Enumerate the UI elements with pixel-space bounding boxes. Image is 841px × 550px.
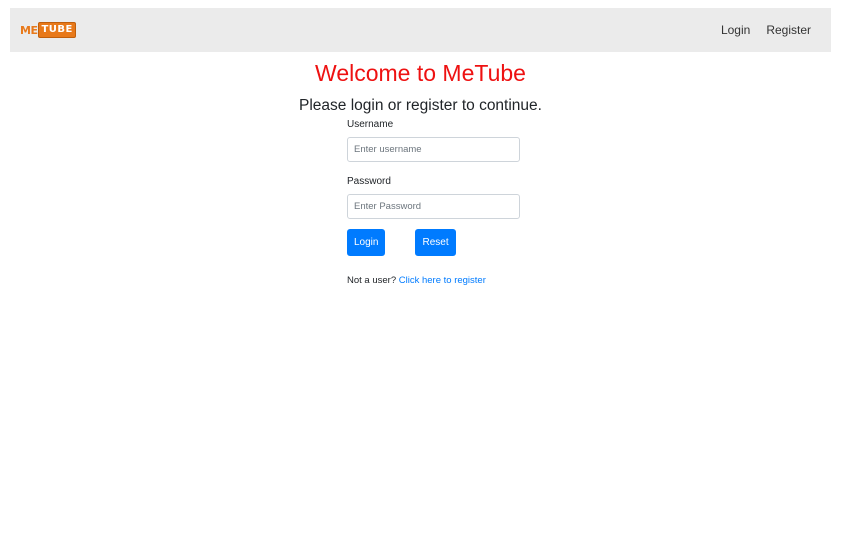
welcome-title: Welcome to MeTube [315, 60, 526, 86]
reset-button[interactable]: Reset [415, 229, 456, 256]
nav-links: Login Register [721, 23, 811, 37]
register-link[interactable]: Click here to register [399, 275, 486, 286]
register-prompt: Not a user? Click here to register [347, 275, 520, 286]
nav-register-link[interactable]: Register [766, 23, 811, 37]
register-prompt-text: Not a user? [347, 275, 397, 286]
form-buttons: Login Reset [347, 229, 520, 256]
logo-tube-text: TUBE [38, 22, 76, 38]
password-label: Password [347, 176, 391, 187]
username-label: Username [347, 119, 394, 130]
password-input[interactable] [347, 194, 520, 219]
password-group: Password [347, 175, 520, 219]
login-form: Username Password Login Reset Not a user… [347, 118, 520, 286]
top-navbar: ME TUBE Login Register [10, 8, 831, 52]
login-button[interactable]: Login [347, 229, 386, 256]
username-input[interactable] [347, 137, 520, 162]
metube-logo[interactable]: ME TUBE [20, 20, 76, 40]
nav-login-link[interactable]: Login [721, 23, 750, 37]
login-subtitle: Please login or register to continue. [299, 97, 542, 114]
logo-me-text: ME [20, 23, 38, 37]
main-content: Welcome to MeTube Please login or regist… [0, 54, 841, 286]
